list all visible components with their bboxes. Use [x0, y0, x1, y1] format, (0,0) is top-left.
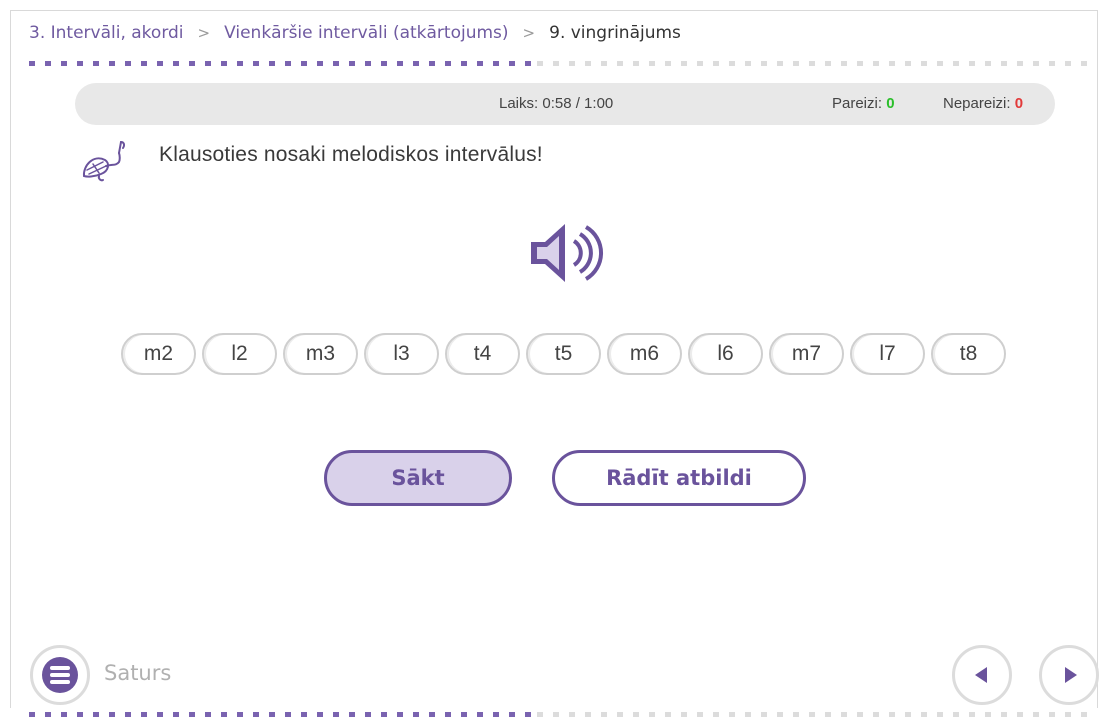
- interval-option[interactable]: t5: [526, 333, 601, 375]
- interval-option[interactable]: m3: [283, 333, 358, 375]
- progress-dots-bottom: [29, 712, 537, 717]
- wrong-counter: Nepareizi: 0: [943, 95, 1023, 112]
- interval-option[interactable]: l2: [202, 333, 277, 375]
- progress-dots-top: [29, 61, 537, 66]
- interval-option[interactable]: t8: [931, 333, 1006, 375]
- next-button[interactable]: [1039, 645, 1099, 705]
- prev-button[interactable]: [952, 645, 1012, 705]
- timer-label: Laiks:: [499, 95, 539, 112]
- menu-button[interactable]: [30, 645, 90, 705]
- correct-counter: Pareizi: 0: [832, 95, 895, 112]
- interval-option[interactable]: l3: [364, 333, 439, 375]
- interval-option[interactable]: m6: [607, 333, 682, 375]
- menu-icon: [42, 657, 78, 693]
- status-bar: Laiks: 0:58 / 1:00 Pareizi: 0 Nepareizi:…: [75, 83, 1055, 125]
- arrow-right-icon: [1064, 667, 1077, 683]
- correct-label: Pareizi:: [832, 95, 883, 112]
- breadcrumb: 3. Intervāli, akordi > Vienkāršie interv…: [29, 20, 681, 46]
- instruction-text: Klausoties nosaki melodiskos intervālus!: [159, 143, 543, 166]
- breadcrumb-item-chapter[interactable]: 3. Intervāli, akordi: [29, 23, 184, 43]
- timer-value: 0:58 / 1:00: [542, 95, 614, 112]
- breadcrumb-item-topic[interactable]: Vienkāršie intervāli (atkārtojums): [224, 23, 508, 43]
- interval-option[interactable]: m7: [769, 333, 844, 375]
- correct-count: 0: [886, 95, 895, 112]
- breadcrumb-separator: >: [197, 24, 211, 42]
- interval-option[interactable]: t4: [445, 333, 520, 375]
- interval-options: m2 l2 m3 l3 t4 t5 m6 l6 m7 l7 t8: [121, 333, 1012, 379]
- timer: Laiks: 0:58 / 1:00: [499, 95, 613, 112]
- contents-link[interactable]: Saturs: [104, 661, 171, 685]
- speaker-icon[interactable]: [527, 220, 607, 286]
- interval-option[interactable]: m2: [121, 333, 196, 375]
- progress-dots-top-remaining: [537, 61, 1087, 66]
- show-answer-button[interactable]: Rādīt atbildi: [552, 450, 806, 506]
- wrong-count: 0: [1014, 95, 1024, 112]
- progress-dots-bottom-remaining: [537, 712, 1087, 717]
- wrong-label: Nepareizi:: [943, 95, 1011, 112]
- breadcrumb-separator: >: [522, 24, 536, 42]
- start-button[interactable]: Sākt: [324, 450, 512, 506]
- arrow-left-icon: [974, 667, 987, 683]
- music-note-icon: [82, 140, 126, 182]
- breadcrumb-item-current: 9. vingrinājums: [549, 23, 681, 43]
- interval-option[interactable]: l7: [850, 333, 925, 375]
- interval-option[interactable]: l6: [688, 333, 763, 375]
